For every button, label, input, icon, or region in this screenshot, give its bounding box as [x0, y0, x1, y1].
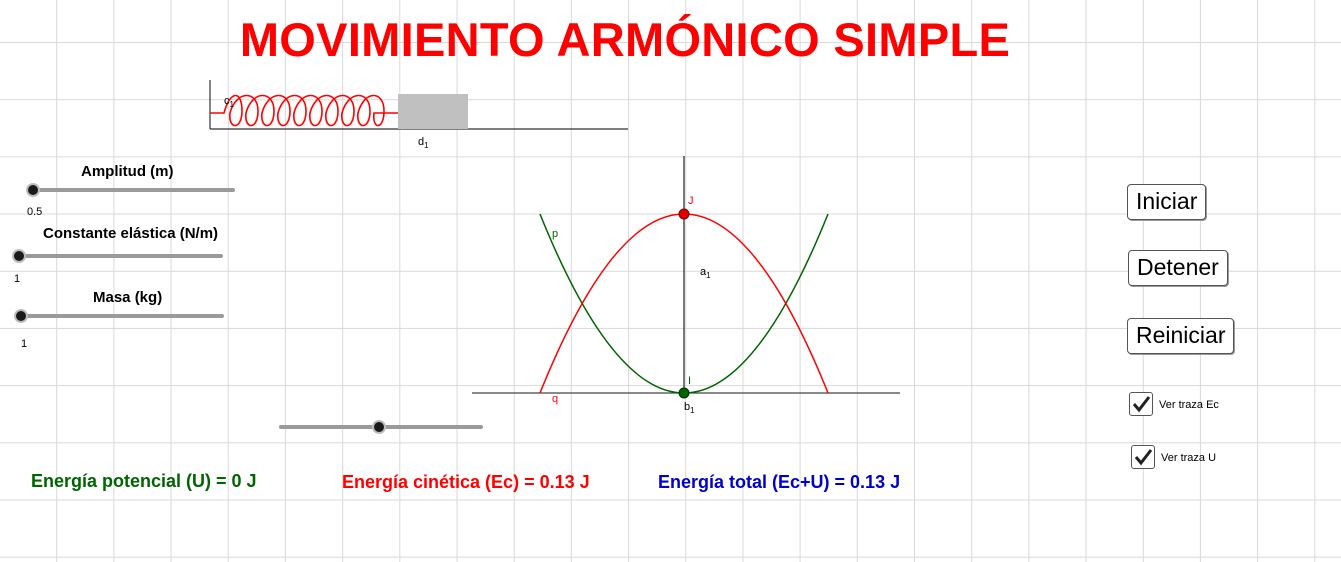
label-p: p	[552, 228, 558, 240]
label-b1: b1	[684, 401, 695, 415]
label-q: q	[552, 393, 558, 405]
mass-slider-knob[interactable]	[14, 309, 28, 323]
potential-energy-text: Energía potencial (U) = 0 J	[31, 471, 257, 491]
kinetic-energy-text: Energía cinética (Ec) = 0.13 J	[342, 472, 590, 492]
spring-constant-slider-track[interactable]	[19, 254, 223, 258]
amplitude-slider-value: 0.5	[27, 206, 43, 218]
mass-slider-track[interactable]	[21, 314, 224, 318]
time-slider-knob[interactable]	[372, 420, 386, 434]
label-I: I	[688, 375, 691, 387]
check-icon	[1132, 396, 1151, 413]
amplitude-slider-knob[interactable]	[26, 183, 40, 197]
amplitude-slider-label: Amplitud (m)	[81, 163, 174, 180]
check-icon	[1134, 449, 1153, 466]
spring-constant-slider-label: Constante elástica (N/m)	[43, 225, 219, 242]
page-title: MOVIMIENTO ARMÓNICO SIMPLE	[239, 13, 1011, 66]
point-I[interactable]	[678, 387, 690, 399]
spring-constant-slider-knob[interactable]	[12, 249, 26, 263]
show-potential-trace-label: Ver traza U	[1161, 452, 1217, 464]
show-kinetic-trace-checkbox[interactable]	[1129, 392, 1153, 416]
mass-slider-value: 1	[21, 338, 28, 350]
show-kinetic-trace-label: Ver traza Ec	[1159, 399, 1219, 411]
total-energy-text: Energía total (Ec+U) = 0.13 J	[658, 472, 901, 492]
distance-label: d1	[418, 136, 429, 150]
mass-slider-label: Masa (kg)	[93, 289, 163, 306]
spring-diagram: c1 d1	[209, 80, 628, 150]
start-button[interactable]: Iniciar	[1127, 184, 1207, 220]
mass-block[interactable]	[398, 94, 468, 129]
spring-constant-slider-value: 1	[14, 273, 21, 285]
reset-button[interactable]: Reiniciar	[1127, 318, 1235, 354]
spring-coil	[210, 94, 398, 127]
label-J: J	[688, 195, 694, 207]
label-a1: a1	[700, 266, 711, 280]
energy-graph: J I p q a1 b1	[472, 156, 900, 415]
show-potential-trace-checkbox[interactable]	[1131, 445, 1155, 469]
stop-button[interactable]: Detener	[1128, 250, 1228, 286]
point-J[interactable]	[678, 208, 690, 220]
amplitude-slider-track[interactable]	[33, 188, 235, 192]
